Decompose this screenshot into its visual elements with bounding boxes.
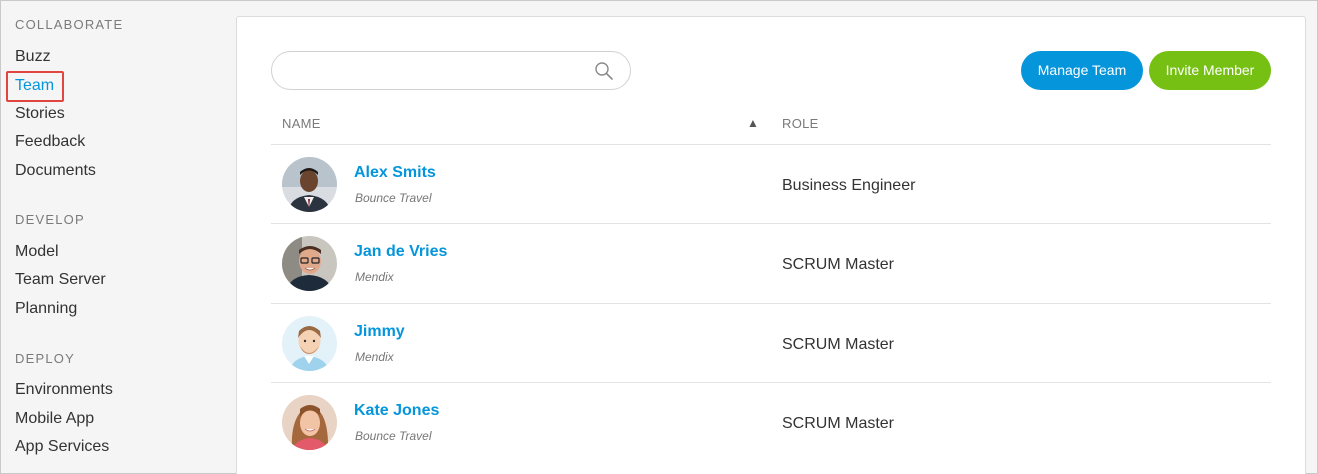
team-panel: Manage Team Invite Member NAME ▲ ROLE Al… [236,16,1306,474]
section-title-collaborate: COLLABORATE [15,17,124,32]
column-header-role[interactable]: ROLE [782,116,819,131]
sidebar-item-documents[interactable]: Documents [15,162,96,180]
sort-ascending-icon[interactable]: ▲ [747,116,759,130]
member-role: SCRUM Master [782,335,895,353]
member-list: Alex Smits Bounce Travel Business Engine… [271,144,1271,461]
member-name-link[interactable]: Jimmy [354,323,405,341]
avatar [282,394,337,450]
member-name-link[interactable]: Jan de Vries [354,243,447,261]
member-company: Bounce Travel [355,428,432,443]
table-row: Jimmy Mendix SCRUM Master [271,302,1271,382]
sidebar-item-app-services[interactable]: App Services [15,438,109,456]
member-name-link[interactable]: Kate Jones [354,402,439,420]
member-name-link[interactable]: Alex Smits [354,164,436,182]
sidebar-item-environments[interactable]: Environments [15,381,113,399]
sidebar-item-stories[interactable]: Stories [15,105,65,123]
member-company: Bounce Travel [355,191,432,205]
sidebar-item-feedback[interactable]: Feedback [15,133,85,151]
highlight-annotation-box [6,71,64,102]
sidebar-item-buzz[interactable]: Buzz [15,48,51,66]
photo-avatar-man-glasses-icon [282,236,337,292]
avatar [282,236,337,292]
illustrated-avatar-man-icon [282,315,337,371]
section-title-deploy: DEPLOY [15,351,75,366]
member-company: Mendix [355,270,394,285]
avatar [282,315,337,371]
member-role: SCRUM Master [782,414,895,432]
member-role: SCRUM Master [782,256,895,274]
search-icon[interactable] [594,61,614,81]
search-input[interactable] [288,60,588,82]
sidebar-item-model[interactable]: Model [15,243,59,261]
member-company: Mendix [355,349,394,364]
sidebar: COLLABORATE Buzz Team Stories Feedback D… [1,1,223,474]
search-box[interactable] [271,51,631,90]
sidebar-item-mobile-app[interactable]: Mobile App [15,410,94,428]
sidebar-item-team-server[interactable]: Team Server [15,271,106,289]
avatar [282,157,337,212]
table-row: Kate Jones Bounce Travel SCRUM Master [271,381,1271,461]
section-title-develop: DEVELOP [15,212,85,227]
photo-avatar-woman-icon [282,394,337,450]
table-row: Alex Smits Bounce Travel Business Engine… [271,144,1271,223]
member-role: Business Engineer [782,177,916,194]
manage-team-button[interactable]: Manage Team [1021,51,1143,90]
photo-avatar-man-suit-icon [282,157,337,212]
column-header-name[interactable]: NAME [282,116,321,131]
invite-member-button[interactable]: Invite Member [1149,51,1271,90]
table-row: Jan de Vries Mendix SCRUM Master [271,223,1271,302]
sidebar-item-planning[interactable]: Planning [15,300,77,318]
